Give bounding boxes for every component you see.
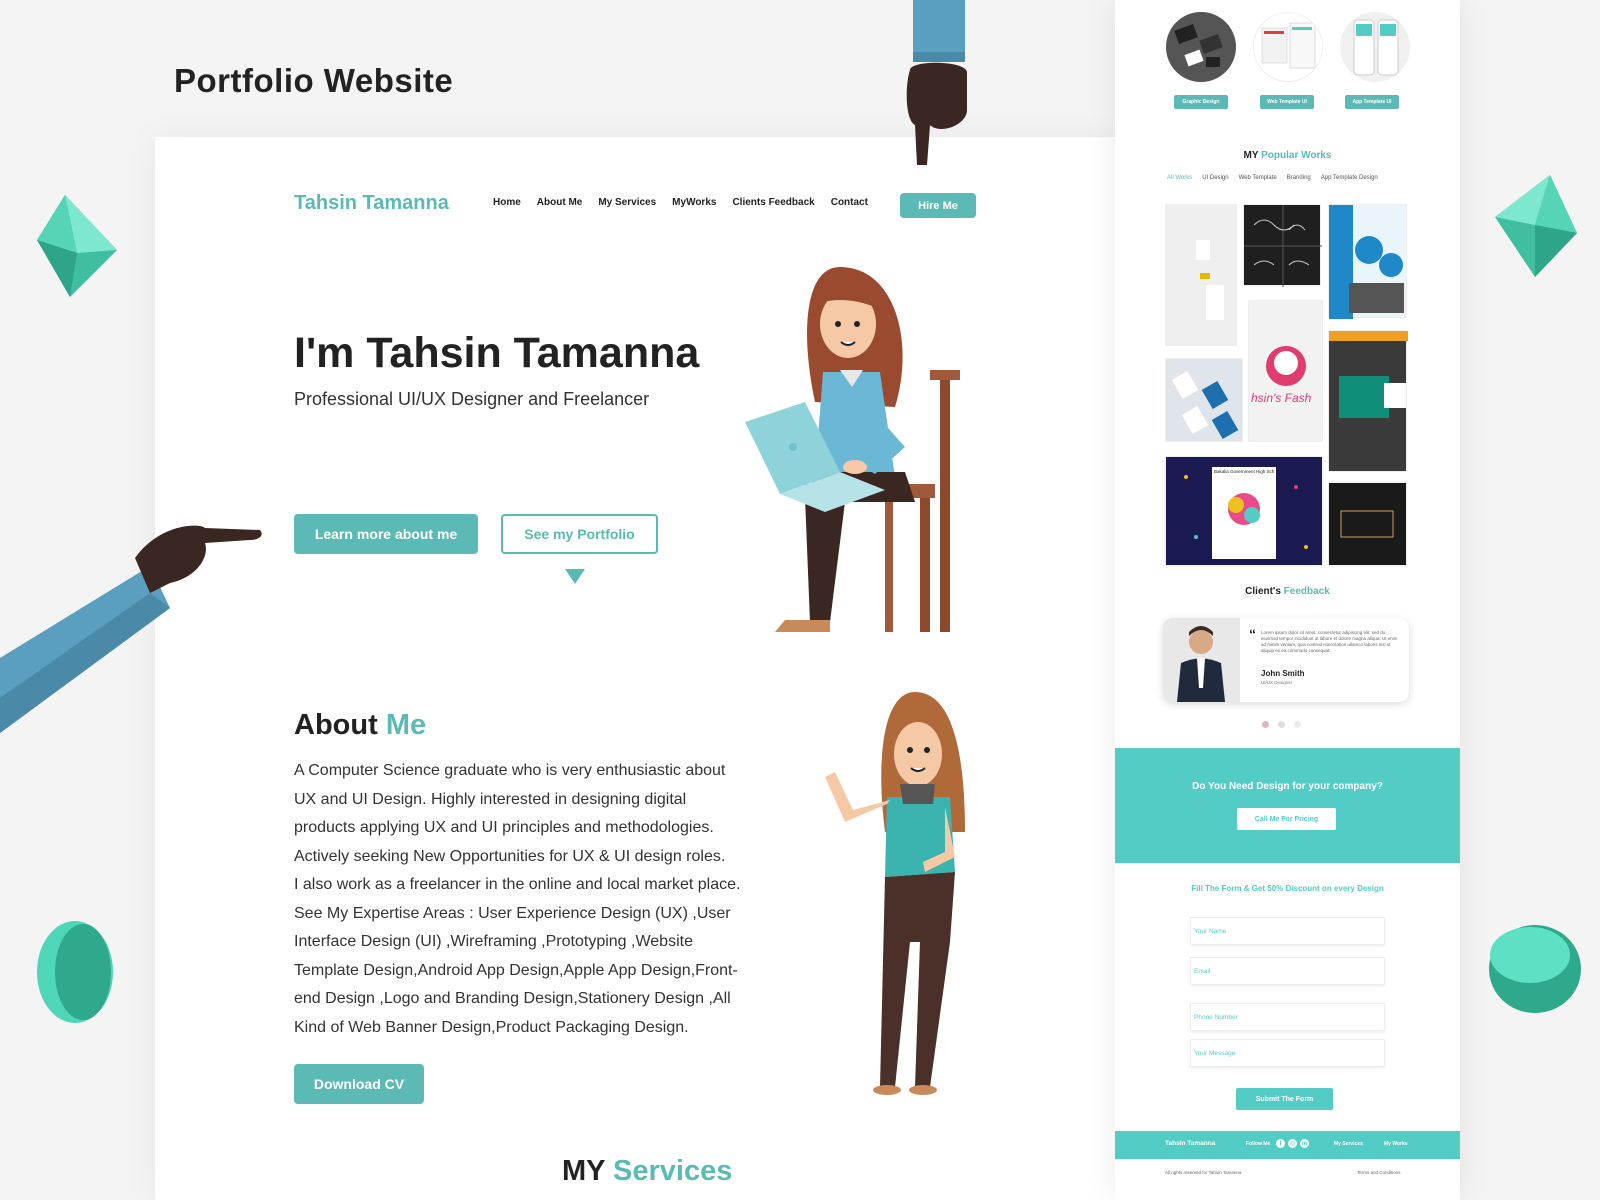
tab-web-template[interactable]: Web Template [1239, 175, 1277, 181]
work-tile-cards[interactable] [1165, 358, 1243, 442]
quote-icon: “ [1249, 626, 1256, 642]
terms-link[interactable]: Terms and Conditions [1357, 1170, 1401, 1175]
call-me-for-pricing-button[interactable]: Call Me For Pricing [1237, 808, 1336, 830]
email-field[interactable]: Email [1190, 957, 1385, 985]
tab-app-template-design[interactable]: App Template Design [1321, 175, 1378, 181]
works-filter-tabs: All Works UI Design Web Template Brandin… [1167, 175, 1378, 181]
carousel-dot-2[interactable] [1278, 721, 1285, 728]
gem-top-left-icon [37, 195, 117, 297]
linkedin-icon[interactable]: in [1300, 1139, 1309, 1148]
copyright-text: All rights reserved for Tahsin Tamanna [1165, 1170, 1242, 1175]
name-field[interactable]: Your Name [1190, 917, 1385, 945]
designer-standing-illustration [825, 692, 965, 1095]
submit-form-button[interactable]: Submit The Form [1236, 1088, 1333, 1110]
work-tile-web-banner[interactable] [1328, 330, 1408, 472]
hemisphere-right-icon [1489, 925, 1581, 1013]
work-tile-fashion-logo[interactable]: hsin's Fash [1248, 300, 1323, 442]
cta-heading: Do You Need Design for your company? [1192, 781, 1383, 792]
about-paragraph: A Computer Science graduate who is very … [294, 762, 741, 1036]
designer-sitting-illustration [745, 267, 960, 632]
category-graphic-design-thumb[interactable] [1166, 12, 1236, 82]
brand-logo[interactable]: Tahsin Tamanna [294, 192, 449, 215]
footer-brand[interactable]: Tahsin Tamanna [1165, 1140, 1215, 1147]
category-app-template-button[interactable]: App Template UI [1345, 95, 1399, 109]
services-title: MY Services [562, 1155, 733, 1187]
about-title: About Me [294, 709, 427, 741]
pointing-hand-top-icon [906, 0, 967, 165]
nav-my-works[interactable]: MyWorks [672, 197, 716, 208]
download-cv-button[interactable]: Download CV [294, 1064, 424, 1104]
tab-branding[interactable]: Branding [1287, 175, 1311, 181]
nav-about-me[interactable]: About Me [537, 197, 583, 208]
message-field[interactable]: Your Message [1190, 1039, 1385, 1067]
tab-ui-design[interactable]: UI Design [1202, 175, 1228, 181]
nav-clients-feedback[interactable]: Clients Feedback [732, 197, 814, 208]
footer-link-services[interactable]: My Services [1334, 1141, 1363, 1147]
see-portfolio-button[interactable]: See my Portfolio [501, 514, 658, 554]
nav-contact[interactable]: Contact [831, 197, 868, 208]
scroll-down-arrow-icon[interactable] [565, 569, 585, 584]
form-title: Fill The Form & Get 50% Discount on ever… [1191, 884, 1384, 893]
main-nav: Home About Me My Services MyWorks Client… [493, 197, 868, 208]
cta-banner: Do You Need Design for your company? Cal… [1115, 748, 1460, 863]
client-avatar [1163, 618, 1240, 702]
work-tile-stationery[interactable] [1165, 204, 1237, 346]
side-page-preview: Graphic Design Web Template UI App Templ… [1115, 0, 1460, 1200]
client-name: John Smith [1261, 669, 1305, 678]
facebook-icon[interactable]: f [1276, 1139, 1285, 1148]
hire-me-button[interactable]: Hire Me [900, 193, 976, 218]
nav-home[interactable]: Home [493, 197, 521, 208]
carousel-dot-1[interactable] [1262, 721, 1269, 728]
popular-works-title: MY Popular Works [1243, 150, 1332, 161]
feedback-card: “ Lorem ipsum dolor sit amet, consectetu… [1163, 618, 1409, 702]
gem-top-right-icon [1495, 175, 1577, 277]
main-page-preview: Tahsin Tamanna Home About Me My Services… [155, 137, 1115, 1200]
carousel-dot-3[interactable] [1294, 721, 1301, 728]
nav-my-services[interactable]: My Services [598, 197, 656, 208]
feedback-text: Lorem ipsum dolor sit amet, consectetur … [1261, 630, 1398, 653]
hero-title: I'm Tahsin Tamanna [294, 329, 700, 377]
category-app-template-thumb[interactable] [1340, 12, 1410, 82]
category-graphic-design-button[interactable]: Graphic Design [1174, 95, 1228, 109]
footer-bar: Tahsin Tamanna Follow Me f ◎ in My Servi… [1115, 1131, 1460, 1159]
work-tile-blue-flyers[interactable] [1328, 204, 1407, 319]
footer-follow-label: Follow Me [1246, 1141, 1271, 1147]
pointing-hand-left-icon [0, 525, 262, 733]
work-tile-dark-logo[interactable] [1328, 482, 1407, 566]
showcase-title: Portfolio Website [174, 62, 454, 99]
hero-subtitle: Professional UI/UX Designer and Freelanc… [294, 389, 650, 409]
work-tile-school-banner[interactable]: Bakalia Government High School [1165, 456, 1323, 566]
feedback-title: Client's Feedback [1245, 586, 1330, 597]
category-web-template-thumb[interactable] [1253, 12, 1323, 82]
tab-all-works[interactable]: All Works [1167, 175, 1192, 181]
learn-more-button[interactable]: Learn more about me [294, 514, 478, 554]
client-role: UI/UX Designer [1261, 680, 1293, 685]
footer-link-works[interactable]: My Works [1384, 1141, 1408, 1147]
work-tile-signatures[interactable] [1243, 204, 1322, 287]
category-web-template-button[interactable]: Web Template UI [1260, 95, 1314, 109]
instagram-icon[interactable]: ◎ [1288, 1139, 1297, 1148]
hemisphere-left-icon [37, 921, 113, 1023]
phone-field[interactable]: Phone Number [1190, 1003, 1385, 1031]
